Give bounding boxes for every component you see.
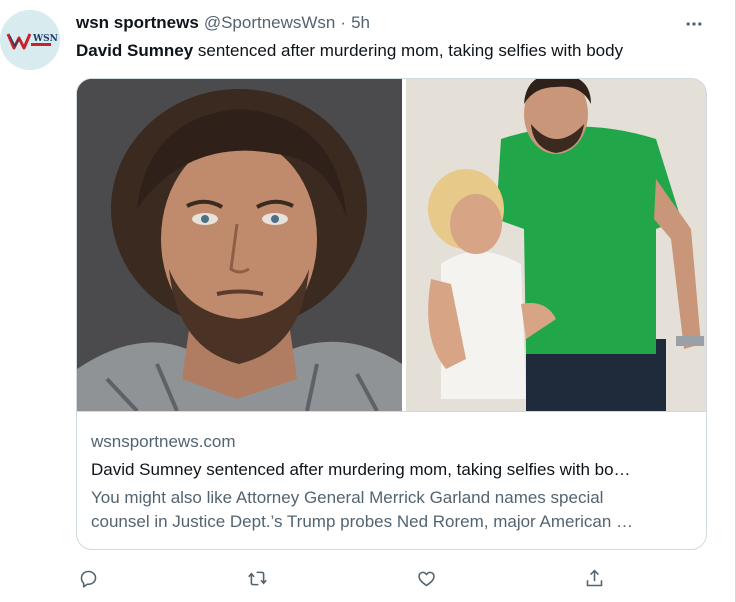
card-description-line1: You might also like Attorney General Mer… bbox=[91, 488, 604, 507]
card-divider bbox=[77, 411, 706, 412]
more-options-button[interactable] bbox=[682, 12, 706, 36]
separator-dot: · bbox=[340, 13, 347, 32]
card-description-line2: counsel in Justice Dept.’s Trump probes … bbox=[91, 512, 634, 531]
svg-text:WSN: WSN bbox=[32, 34, 58, 44]
card-media[interactable] bbox=[77, 79, 706, 411]
link-card[interactable]: wsnsportnews.com David Sumney sentenced … bbox=[76, 78, 707, 550]
avatar[interactable]: WSN bbox=[0, 10, 60, 70]
card-domain: wsnsportnews.com bbox=[91, 432, 236, 451]
retweet-button[interactable] bbox=[245, 566, 269, 590]
author-handle[interactable]: @SportnewsWsn bbox=[204, 13, 336, 33]
wsn-logo-icon: WSN bbox=[0, 10, 60, 70]
retweet-icon bbox=[247, 571, 267, 585]
like-button[interactable] bbox=[414, 566, 438, 590]
card-body[interactable]: wsnsportnews.com David Sumney sentenced … bbox=[91, 431, 691, 534]
tweet[interactable]: WSN wsn sportnews @SportnewsWsn · 5h Dav… bbox=[0, 0, 736, 602]
reply-icon bbox=[80, 570, 96, 588]
tweet-text-rest: sentenced after murdering mom, taking se… bbox=[193, 41, 624, 60]
card-title: David Sumney sentenced after murdering m… bbox=[91, 460, 631, 479]
reply-button[interactable] bbox=[76, 566, 100, 590]
card-description: You might also like Attorney General Mer… bbox=[91, 486, 691, 534]
mugshot-image bbox=[77, 79, 402, 411]
share-button[interactable] bbox=[582, 566, 606, 590]
author-name[interactable]: wsn sportnews bbox=[76, 13, 199, 33]
like-icon bbox=[417, 571, 435, 586]
tweet-text: David Sumney sentenced after murdering m… bbox=[76, 40, 623, 62]
tweet-actions bbox=[76, 566, 616, 590]
tweet-header: wsn sportnews @SportnewsWsn · 5h bbox=[76, 12, 370, 34]
more-icon bbox=[686, 22, 702, 26]
share-icon bbox=[586, 569, 602, 586]
selfie-photo-image bbox=[406, 79, 706, 411]
tweet-timestamp[interactable]: 5h bbox=[351, 13, 370, 33]
tweet-text-bold: David Sumney bbox=[76, 41, 194, 60]
